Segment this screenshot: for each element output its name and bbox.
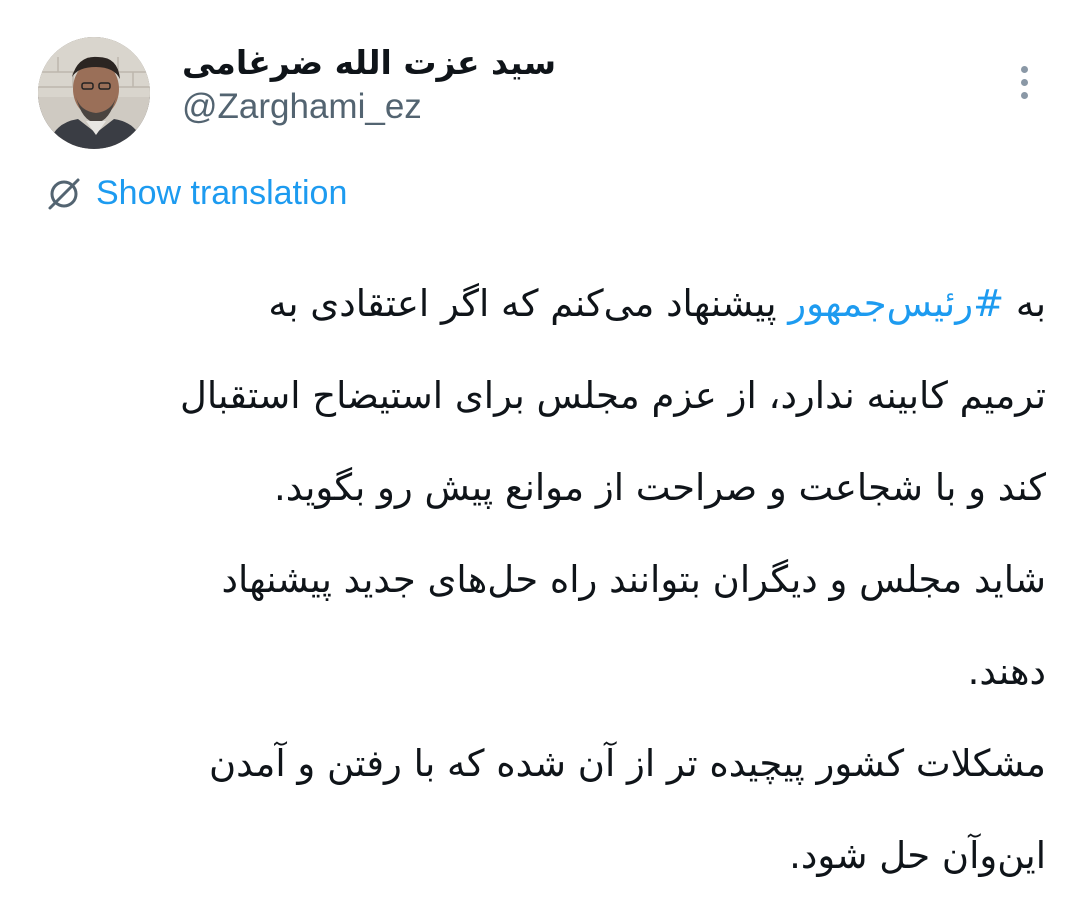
author-block: سید عزت الله ضرغامی @Zarghami_ez [182, 42, 742, 129]
tweet-line: کند و با شجاعت و صراحت از موانع پیش رو ب… [273, 466, 1046, 509]
tweet-text: به #رئیس‌جمهور پیشنهاد می‌کنم که اگر اعت… [36, 258, 1046, 901]
profile-photo-icon [38, 37, 150, 149]
tweet-line: دهند. [967, 650, 1046, 693]
more-dot-icon [1020, 91, 1028, 99]
more-dot-icon [1020, 65, 1028, 73]
author-handle[interactable]: @Zarghami_ez [182, 85, 742, 129]
more-options-button[interactable] [1008, 60, 1040, 104]
author-display-name[interactable]: سید عزت الله ضرغامی [182, 42, 742, 85]
tweet-line: به #رئیس‌جمهور پیشنهاد می‌کنم که اگر اعت… [36, 258, 1046, 350]
tweet-line: شاید مجلس و دیگران بتوانند راه حل‌های جد… [221, 558, 1046, 601]
tweet-line: این‌وآن حل شود. [789, 834, 1046, 877]
show-translation-button[interactable]: Show translation [46, 174, 347, 213]
show-translation-label: Show translation [96, 174, 348, 212]
avatar[interactable] [38, 37, 150, 149]
globe-slash-icon [48, 178, 80, 209]
tweet-card: سید عزت الله ضرغامی @Zarghami_ez Show tr… [0, 0, 1080, 901]
tweet-line: مشکلات کشور پیچیده تر از آن شده که با رف… [208, 742, 1046, 785]
tweet-line-suffix: پیشنهاد می‌کنم که اگر اعتقادی به [268, 282, 789, 325]
hashtag-link[interactable]: #رئیس‌جمهور [788, 282, 1004, 325]
tweet-line-prefix: به [1004, 282, 1046, 325]
tweet-line: ترمیم کابینه ندارد، از عزم مجلس برای است… [179, 374, 1046, 417]
more-dot-icon [1020, 78, 1028, 86]
